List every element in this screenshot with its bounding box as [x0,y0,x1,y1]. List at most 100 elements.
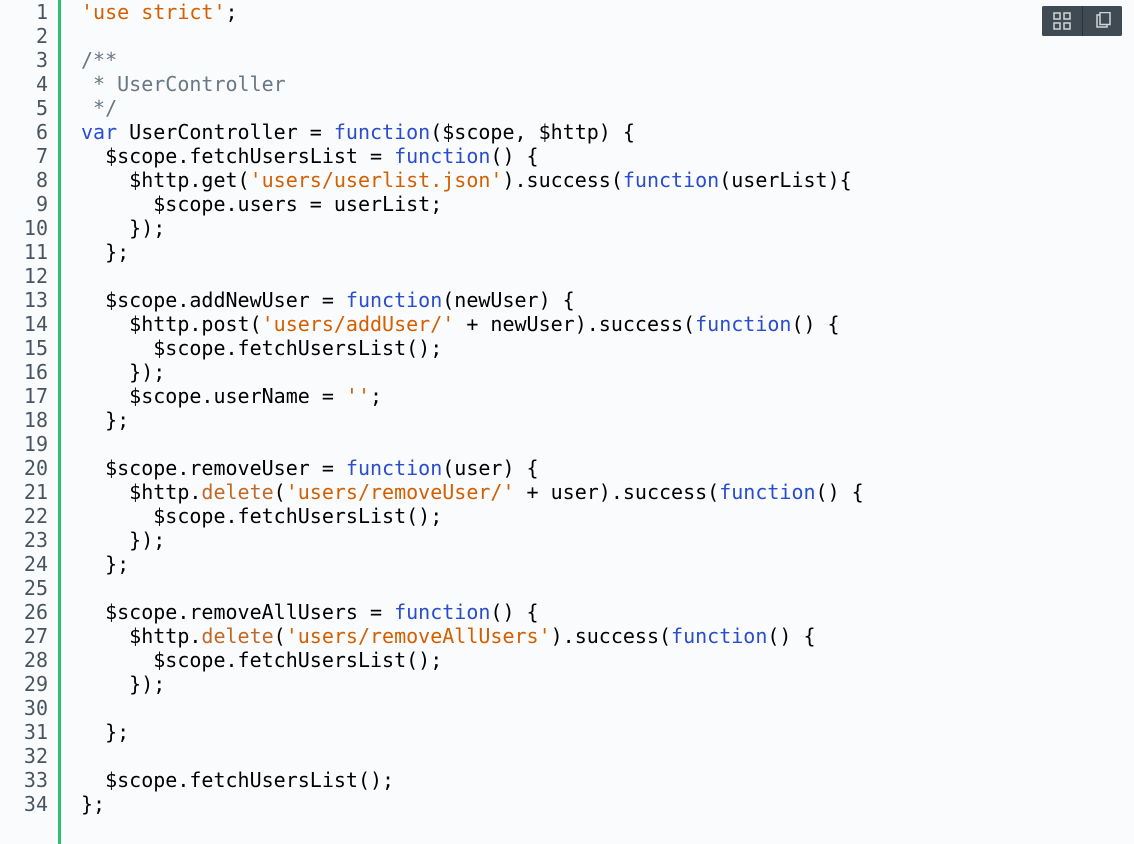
code-line: */ [81,96,1134,120]
line-number: 21 [0,480,48,504]
code-token: (userList){ [719,168,851,192]
code-token: function [719,480,815,504]
line-number: 34 [0,792,48,816]
code-line: $scope.userName = ''; [81,384,1134,408]
code-token: 'users/removeUser/' [286,480,515,504]
line-number: 1 [0,0,48,24]
code-token: 'users/addUser/' [262,312,455,336]
editor-toolbar [1042,6,1122,36]
line-number: 10 [0,216,48,240]
code-token: ; [370,384,382,408]
line-number: 18 [0,408,48,432]
code-token: function [394,144,490,168]
code-line: $scope.fetchUsersList(); [81,768,1134,792]
line-number-gutter: 1234567891011121314151617181920212223242… [0,0,58,844]
code-line: $http.delete('users/removeAllUsers').suc… [81,624,1134,648]
code-token: delete [201,480,273,504]
code-line: }; [81,720,1134,744]
line-number: 3 [0,48,48,72]
code-token: $scope.addNewUser = [81,288,346,312]
code-token: }; [81,552,129,576]
code-token: function [671,624,767,648]
line-number: 5 [0,96,48,120]
code-token: ).success( [502,168,622,192]
code-line: $http.post('users/addUser/' + newUser).s… [81,312,1134,336]
line-number: 25 [0,576,48,600]
line-number: 32 [0,744,48,768]
code-line: }; [81,240,1134,264]
code-line [81,432,1134,456]
code-token: }); [81,216,165,240]
line-number: 23 [0,528,48,552]
code-token: function [346,288,442,312]
line-number: 12 [0,264,48,288]
code-token: function [695,312,791,336]
code-token: }; [81,240,129,264]
code-token: function [334,120,430,144]
code-token: + newUser).success( [454,312,695,336]
line-number: 16 [0,360,48,384]
line-number: 19 [0,432,48,456]
code-line: $scope.removeAllUsers = function() { [81,600,1134,624]
code-token: }; [81,792,105,816]
line-number: 27 [0,624,48,648]
code-token: + user).success( [515,480,720,504]
line-number: 14 [0,312,48,336]
line-number: 11 [0,240,48,264]
code-line: }); [81,672,1134,696]
code-token: () { [490,144,538,168]
code-line: 'use strict'; [81,0,1134,24]
code-token: $http. [81,624,201,648]
line-number: 13 [0,288,48,312]
copy-button[interactable] [1082,6,1122,36]
code-line: }; [81,792,1134,816]
line-number: 4 [0,72,48,96]
code-line: }); [81,528,1134,552]
code-token: /** [81,48,117,72]
line-number: 9 [0,192,48,216]
code-line: }); [81,360,1134,384]
grid-icon [1053,12,1071,30]
code-editor: 1234567891011121314151617181920212223242… [0,0,1134,844]
line-number: 33 [0,768,48,792]
code-line: $scope.removeUser = function(user) { [81,456,1134,480]
code-token: $http.post( [81,312,262,336]
code-line: $scope.users = userList; [81,192,1134,216]
code-token: }; [81,408,129,432]
code-token: function [346,456,442,480]
code-token: */ [81,96,117,120]
code-line [81,264,1134,288]
code-token: 'users/removeAllUsers' [286,624,551,648]
code-token: () { [791,312,839,336]
code-token: $scope.fetchUsersList(); [81,768,394,792]
code-line: $http.delete('users/removeUser/' + user)… [81,480,1134,504]
code-token: $scope.fetchUsersList = [81,144,394,168]
code-line [81,744,1134,768]
code-line: var UserController = function($scope, $h… [81,120,1134,144]
code-token: () { [490,600,538,624]
code-token: $http. [81,480,201,504]
line-number: 30 [0,696,48,720]
code-token: }); [81,528,165,552]
code-line: }; [81,552,1134,576]
code-token: var [81,120,117,144]
line-number: 6 [0,120,48,144]
code-token: function [394,600,490,624]
code-token: $scope.fetchUsersList(); [81,336,442,360]
code-token: 'users/userlist.json' [250,168,503,192]
code-area[interactable]: 'use strict';/** * UserController */var … [58,0,1134,844]
code-token: ).success( [551,624,671,648]
code-token: delete [201,624,273,648]
code-line: $scope.fetchUsersList(); [81,504,1134,528]
line-number: 2 [0,24,48,48]
code-token: $scope.fetchUsersList(); [81,648,442,672]
code-line: $scope.fetchUsersList(); [81,648,1134,672]
line-number: 26 [0,600,48,624]
line-number: 20 [0,456,48,480]
line-number: 7 [0,144,48,168]
line-number: 24 [0,552,48,576]
grid-view-button[interactable] [1042,6,1082,36]
code-token: $http.get( [81,168,250,192]
code-token: () { [767,624,815,648]
code-token: '' [346,384,370,408]
